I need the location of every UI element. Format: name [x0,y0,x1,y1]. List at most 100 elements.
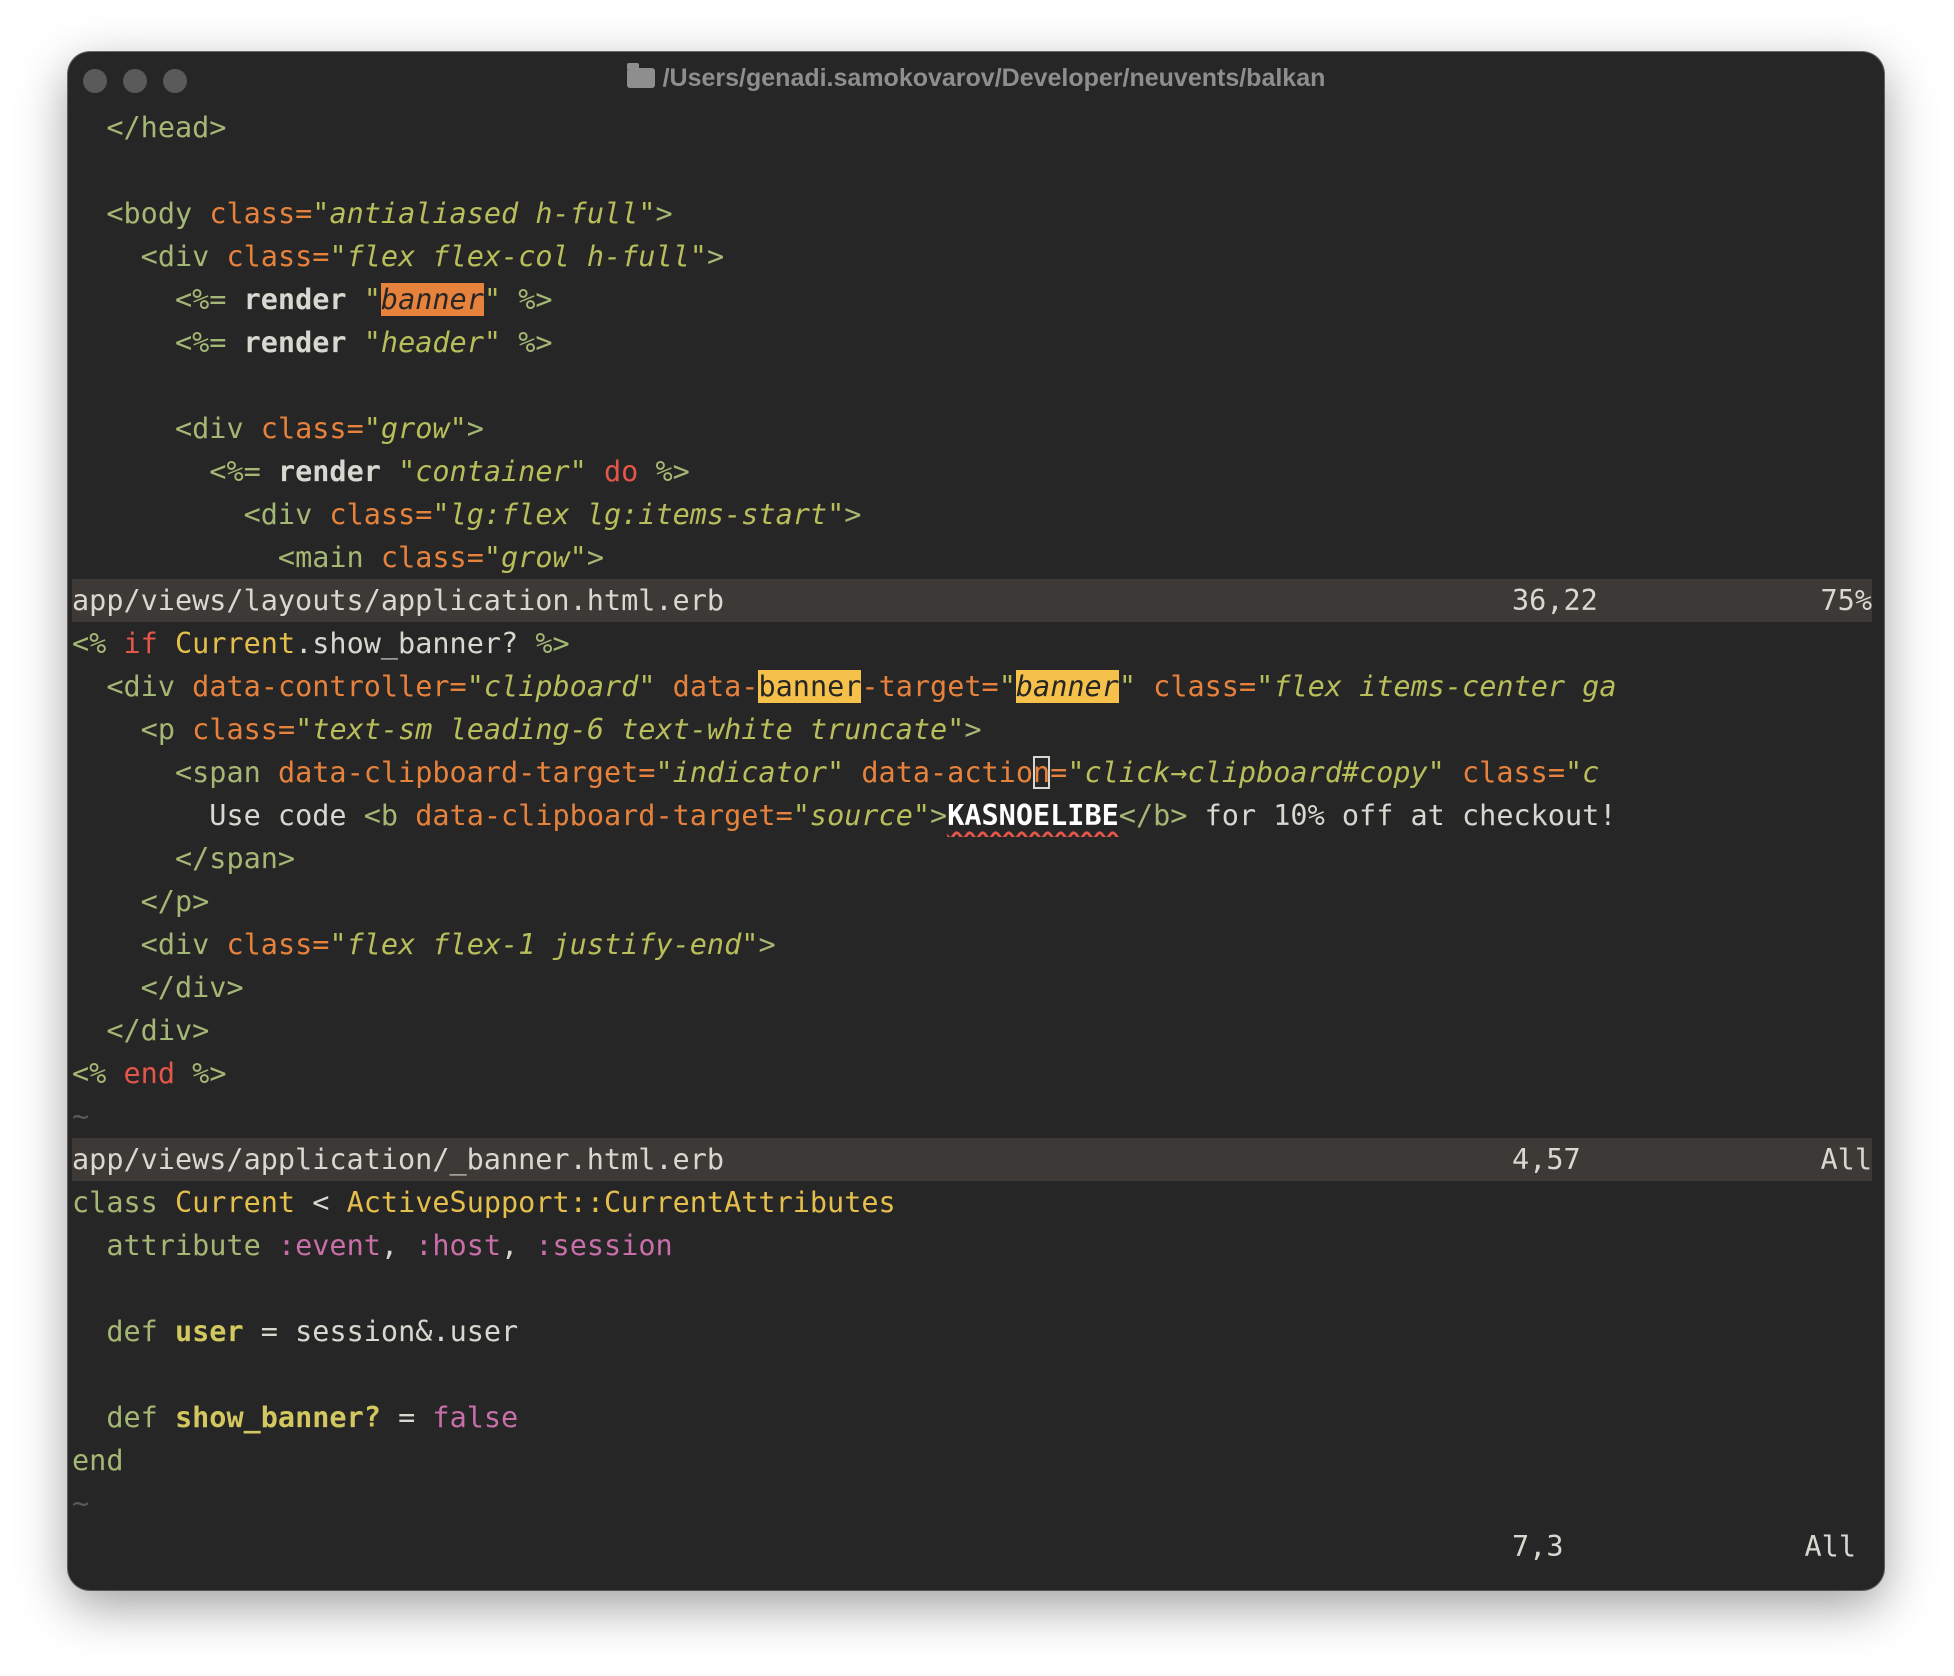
equals: = [981,670,999,703]
code-line[interactable] [72,149,1872,192]
tag-bracket: < [140,928,158,961]
comma: , [501,1229,519,1262]
quote: " [569,541,587,574]
code-line[interactable]: <%= render "banner" %> [72,278,1872,321]
tag-bracket: < [243,498,261,531]
tag-bracket: </ [106,111,141,144]
pane-banner-partial[interactable]: <% if Current.show_banner? %> <div data-… [72,622,1872,1181]
equals: = [1547,756,1565,789]
code-line[interactable]: <div class="flex flex-col h-full"> [72,235,1872,278]
code-line[interactable]: Use code <b data-clipboard-target="sourc… [72,794,1872,837]
tilde-marker: ~ [72,1487,90,1520]
attr-value: flex items-center ga [1273,670,1617,703]
tag-bracket: </ [106,1014,141,1047]
status-scroll-percent: All [1820,1143,1872,1176]
status-cursor-position: 36,22 [1512,584,1598,617]
search-match: banner [758,670,862,703]
quote: " [912,799,931,832]
code-line[interactable] [72,364,1872,407]
code-line[interactable] [72,1353,1872,1396]
code-line[interactable]: </head> [72,106,1872,149]
quote: " [329,240,347,273]
ruby-method: render [243,326,347,359]
status-line-application-layout[interactable]: app/views/layouts/application.html.erb 36… [72,579,1872,622]
code-line[interactable]: <div class="flex flex-1 justify-end"> [72,923,1872,966]
status-line-current-model[interactable]: 7,3 All [72,1525,1872,1568]
quote: " [329,928,347,961]
attr-value: click→clipboard#copy [1084,756,1428,789]
quote: " [295,713,313,746]
equals: = [638,756,656,789]
attr-name: class [329,498,416,531]
equals: = [312,240,330,273]
search-current-match: banner [380,283,484,316]
quote: " [792,799,810,832]
pane-current-model[interactable]: class Current < ActiveSupport::CurrentAt… [72,1181,1872,1568]
code-line[interactable]: def show_banner? = false [72,1396,1872,1439]
vim-editor[interactable]: </head> <body class="antialiased h-full"… [72,106,1872,1568]
tag-bracket: > [655,197,673,230]
attr-value: grow [380,412,450,445]
status-cursor-position: 4,57 [1512,1143,1581,1176]
attr-name: class [1462,756,1548,789]
code-line[interactable]: </div> [72,1009,1872,1052]
attr-name: class [226,928,313,961]
code-line[interactable]: attribute :event, :host, :session [72,1224,1872,1267]
equals: = [466,541,484,574]
code-line[interactable]: <main class="grow"> [72,536,1872,579]
code-line[interactable]: <p class="text-sm leading-6 text-white t… [72,708,1872,751]
erb-close: %> [192,1057,227,1090]
quote: " [432,498,450,531]
string-literal: header [380,326,484,359]
code-line[interactable]: class Current < ActiveSupport::CurrentAt… [72,1181,1872,1224]
code-line[interactable]: <div class="lg:flex lg:items-start"> [72,493,1872,536]
code-line[interactable]: <% end %> [72,1052,1872,1095]
code-line[interactable]: <body class="antialiased h-full"> [72,192,1872,235]
attr-name: class [209,197,296,230]
tag-name: div [174,971,227,1004]
code-line[interactable]: <%= render "container" do %> [72,450,1872,493]
quote: " [1427,756,1445,789]
quote: " [638,197,656,230]
status-line-banner-partial[interactable]: app/views/application/_banner.html.erb 4,… [72,1138,1872,1181]
title-bar[interactable]: /Users/genadi.samokovarov/Developer/neuv… [68,52,1884,106]
keyword: def [106,1401,158,1434]
keyword: do [604,455,639,488]
text-content: Use code [209,799,364,832]
status-file-name: app/views/application/_banner.html.erb [72,1143,725,1176]
tag-name: main [295,541,364,574]
quote: " [741,928,759,961]
attr-name: class [226,240,313,273]
code-line[interactable]: <div data-controller="clipboard" data-ba… [72,665,1872,708]
equals: = [415,498,433,531]
tag-bracket: < [174,412,193,445]
spell-error-word[interactable]: KASNOELIBE [947,799,1119,832]
ruby-method: render [277,455,381,488]
equals: = [346,412,364,445]
pane-application-layout[interactable]: </head> <body class="antialiased h-full"… [72,106,1872,622]
code-line[interactable]: def user = session&.user [72,1310,1872,1353]
equals: = [775,799,793,832]
tag-bracket: < [106,670,124,703]
tag-bracket: < [140,713,158,746]
code-line[interactable]: <div class="grow"> [72,407,1872,450]
empty-line-marker: ~ [72,1482,1872,1525]
text-cursor: n [1032,756,1051,789]
attr-value: indicator [672,756,828,789]
tag-bracket: > [844,498,862,531]
code-line[interactable]: <%= render "header" %> [72,321,1872,364]
window-title: /Users/genadi.samokovarov/Developer/neuv… [68,63,1884,93]
code-line[interactable]: end [72,1439,1872,1482]
equals: = [449,670,467,703]
erb-open: <%= [174,283,227,316]
code-line[interactable]: </div> [72,966,1872,1009]
erb-close: %> [518,326,553,359]
tag-name: div [192,412,244,445]
code-line[interactable]: <% if Current.show_banner? %> [72,622,1872,665]
quote: " [363,326,381,359]
constant: Current [174,1186,296,1219]
code-line[interactable]: </p> [72,880,1872,923]
code-line[interactable]: </span> [72,837,1872,880]
code-line[interactable]: <span data-clipboard-target="indicator" … [72,751,1872,794]
code-line[interactable] [72,1267,1872,1310]
